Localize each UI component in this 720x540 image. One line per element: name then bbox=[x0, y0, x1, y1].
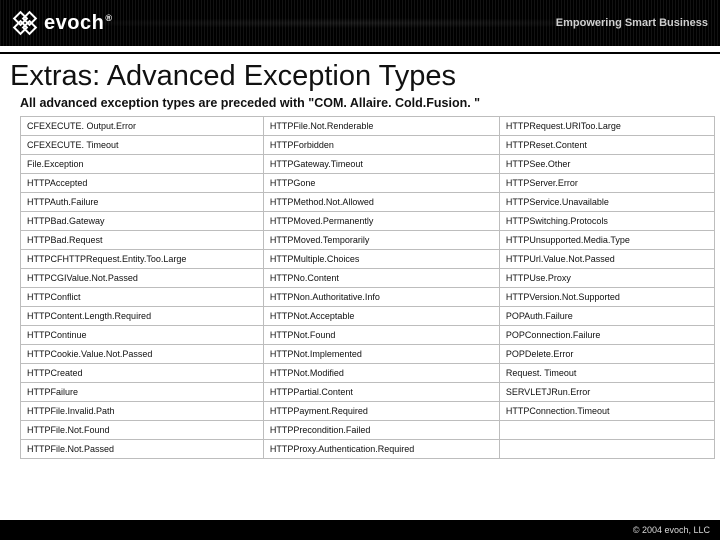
table-cell: HTTPUrl.Value.Not.Passed bbox=[499, 250, 714, 269]
table-cell: HTTPNot.Acceptable bbox=[263, 307, 499, 326]
table-cell: HTTPForbidden bbox=[263, 136, 499, 155]
table-cell: HTTPUse.Proxy bbox=[499, 269, 714, 288]
table-row: HTTPBad.GatewayHTTPMoved.PermanentlyHTTP… bbox=[21, 212, 715, 231]
table-cell: HTTPAuth.Failure bbox=[21, 193, 264, 212]
table-cell: HTTPContinue bbox=[21, 326, 264, 345]
table-cell: HTTPFile.Not.Passed bbox=[21, 440, 264, 459]
table-cell: HTTPProxy.Authentication.Required bbox=[263, 440, 499, 459]
table-cell: POPAuth.Failure bbox=[499, 307, 714, 326]
table-row: File.ExceptionHTTPGateway.TimeoutHTTPSee… bbox=[21, 155, 715, 174]
table-row: HTTPFile.Not.PassedHTTPProxy.Authenticat… bbox=[21, 440, 715, 459]
registered-mark: ® bbox=[105, 13, 112, 23]
table-row: HTTPContent.Length.RequiredHTTPNot.Accep… bbox=[21, 307, 715, 326]
table-cell: HTTPCreated bbox=[21, 364, 264, 383]
table-cell: HTTPMoved.Permanently bbox=[263, 212, 499, 231]
table-cell: HTTPSee.Other bbox=[499, 155, 714, 174]
table-cell: HTTPCGIValue.Not.Passed bbox=[21, 269, 264, 288]
table-cell: HTTPRequest.URIToo.Large bbox=[499, 117, 714, 136]
table-row: HTTPAcceptedHTTPGoneHTTPServer.Error bbox=[21, 174, 715, 193]
exception-types-table: CFEXECUTE. Output.ErrorHTTPFile.Not.Rend… bbox=[20, 116, 715, 459]
table-cell: HTTPPayment.Required bbox=[263, 402, 499, 421]
table-row: HTTPCFHTTPRequest.Entity.Too.LargeHTTPMu… bbox=[21, 250, 715, 269]
table-cell: HTTPCookie.Value.Not.Passed bbox=[21, 345, 264, 364]
table-cell: HTTPMultiple.Choices bbox=[263, 250, 499, 269]
logo-icon bbox=[12, 10, 38, 36]
table-cell bbox=[499, 440, 714, 459]
table-cell: HTTPReset.Content bbox=[499, 136, 714, 155]
table-row: HTTPConflictHTTPNon.Authoritative.InfoHT… bbox=[21, 288, 715, 307]
copyright-text: © 2004 evoch, LLC bbox=[633, 525, 710, 535]
table-cell: HTTPNot.Modified bbox=[263, 364, 499, 383]
table-cell: HTTPConnection.Timeout bbox=[499, 402, 714, 421]
slide-content: Extras: Advanced Exception Types All adv… bbox=[0, 54, 720, 459]
table-cell: File.Exception bbox=[21, 155, 264, 174]
table-cell: HTTPGone bbox=[263, 174, 499, 193]
table-cell: HTTPSwitching.Protocols bbox=[499, 212, 714, 231]
table-cell: HTTPBad.Request bbox=[21, 231, 264, 250]
brand-logo: evoch® bbox=[12, 10, 112, 36]
table-cell: HTTPFile.Not.Found bbox=[21, 421, 264, 440]
table-cell: Request. Timeout bbox=[499, 364, 714, 383]
table-cell: POPConnection.Failure bbox=[499, 326, 714, 345]
table-row: CFEXECUTE. TimeoutHTTPForbiddenHTTPReset… bbox=[21, 136, 715, 155]
table-cell: HTTPNot.Found bbox=[263, 326, 499, 345]
table-row: HTTPCGIValue.Not.PassedHTTPNo.ContentHTT… bbox=[21, 269, 715, 288]
table-row: HTTPAuth.FailureHTTPMethod.Not.AllowedHT… bbox=[21, 193, 715, 212]
table-cell: CFEXECUTE. Output.Error bbox=[21, 117, 264, 136]
table-cell: CFEXECUTE. Timeout bbox=[21, 136, 264, 155]
table-cell: HTTPService.Unavailable bbox=[499, 193, 714, 212]
table-cell: HTTPNot.Implemented bbox=[263, 345, 499, 364]
brand-name: evoch® bbox=[44, 12, 112, 35]
table-cell: HTTPFile.Invalid.Path bbox=[21, 402, 264, 421]
table-cell: HTTPContent.Length.Required bbox=[21, 307, 264, 326]
table-row: HTTPCreatedHTTPNot.ModifiedRequest. Time… bbox=[21, 364, 715, 383]
table-row: HTTPBad.RequestHTTPMoved.TemporarilyHTTP… bbox=[21, 231, 715, 250]
table-cell: SERVLETJRun.Error bbox=[499, 383, 714, 402]
table-cell: HTTPUnsupported.Media.Type bbox=[499, 231, 714, 250]
table-row: CFEXECUTE. Output.ErrorHTTPFile.Not.Rend… bbox=[21, 117, 715, 136]
table-row: HTTPCookie.Value.Not.PassedHTTPNot.Imple… bbox=[21, 345, 715, 364]
table-row: HTTPContinueHTTPNot.FoundPOPConnection.F… bbox=[21, 326, 715, 345]
header-bar: evoch® Empowering Smart Business bbox=[0, 0, 720, 46]
table-cell: HTTPPrecondition.Failed bbox=[263, 421, 499, 440]
table-cell: HTTPFailure bbox=[21, 383, 264, 402]
brand-tagline: Empowering Smart Business bbox=[556, 17, 708, 29]
table-row: HTTPFile.Invalid.PathHTTPPayment.Require… bbox=[21, 402, 715, 421]
table-cell: HTTPConflict bbox=[21, 288, 264, 307]
table-row: HTTPFailureHTTPPartial.ContentSERVLETJRu… bbox=[21, 383, 715, 402]
table-cell: POPDelete.Error bbox=[499, 345, 714, 364]
table-cell: HTTPVersion.Not.Supported bbox=[499, 288, 714, 307]
table-cell: HTTPNon.Authoritative.Info bbox=[263, 288, 499, 307]
table-cell: HTTPBad.Gateway bbox=[21, 212, 264, 231]
table-cell: HTTPServer.Error bbox=[499, 174, 714, 193]
table-cell bbox=[499, 421, 714, 440]
page-title: Extras: Advanced Exception Types bbox=[10, 60, 710, 93]
table-cell: HTTPMoved.Temporarily bbox=[263, 231, 499, 250]
table-cell: HTTPMethod.Not.Allowed bbox=[263, 193, 499, 212]
table-cell: HTTPCFHTTPRequest.Entity.Too.Large bbox=[21, 250, 264, 269]
table-cell: HTTPFile.Not.Renderable bbox=[263, 117, 499, 136]
table-cell: HTTPAccepted bbox=[21, 174, 264, 193]
page-subtitle: All advanced exception types are precede… bbox=[20, 96, 710, 110]
footer-bar: © 2004 evoch, LLC bbox=[0, 520, 720, 540]
table-cell: HTTPPartial.Content bbox=[263, 383, 499, 402]
table-cell: HTTPGateway.Timeout bbox=[263, 155, 499, 174]
table-row: HTTPFile.Not.FoundHTTPPrecondition.Faile… bbox=[21, 421, 715, 440]
table-cell: HTTPNo.Content bbox=[263, 269, 499, 288]
